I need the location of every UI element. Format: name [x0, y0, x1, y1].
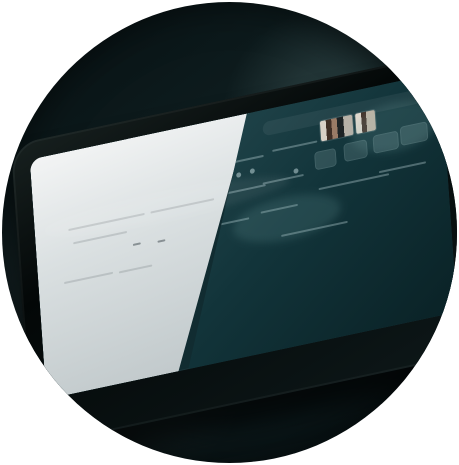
tablet-device — [10, 51, 457, 448]
interface-line — [272, 140, 317, 152]
toolbar-block — [314, 148, 337, 171]
photo-scene — [0, 0, 459, 465]
interface-dot — [250, 168, 255, 174]
document-text-line — [64, 272, 113, 284]
document-mark — [157, 239, 165, 243]
document-text-line — [119, 264, 152, 273]
document-mark — [133, 242, 141, 246]
interface-dot — [236, 172, 241, 178]
interface-line — [319, 173, 390, 190]
circular-photo — [2, 2, 457, 463]
interface-dot — [293, 168, 298, 174]
tablet-screen — [29, 72, 457, 400]
interface-line — [379, 161, 426, 173]
